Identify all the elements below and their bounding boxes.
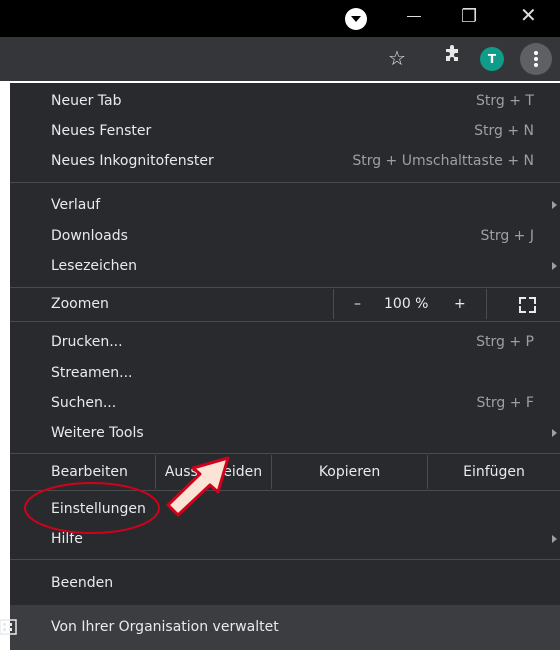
cut-button[interactable]: Ausschneiden — [156, 455, 271, 489]
menu-item-more-tools[interactable]: Weitere Tools — [10, 418, 560, 448]
menu-item-help[interactable]: Hilfe — [10, 524, 560, 554]
menu-item-shortcut: Strg + P — [476, 334, 534, 350]
menu-item-shortcut: Strg + N — [474, 123, 534, 139]
zoom-in-button[interactable]: + — [454, 289, 466, 319]
fullscreen-icon[interactable] — [486, 289, 560, 319]
menu-separator — [10, 182, 560, 183]
menu-item-zoom: Zoomen – 100 % + — [10, 289, 560, 319]
menu-item-label: Zoomen — [51, 296, 109, 312]
zoom-controls: – 100 % + — [333, 289, 560, 319]
building-icon — [0, 619, 17, 635]
menu-item-label: Einstellungen — [51, 501, 146, 517]
menu-item-settings[interactable]: Einstellungen — [10, 494, 560, 524]
menu-separator — [10, 287, 560, 288]
zoom-out-button[interactable]: – — [354, 289, 361, 319]
submenu-arrow-icon — [552, 535, 557, 543]
menu-item-label: Suchen... — [51, 395, 117, 411]
paste-button[interactable]: Einfügen — [428, 455, 560, 489]
copy-button[interactable]: Kopieren — [272, 455, 427, 489]
menu-item-shortcut: Strg + T — [476, 93, 534, 109]
menu-item-label: Neues Fenster — [51, 123, 152, 139]
managed-by-org-footer[interactable]: Von Ihrer Organisation verwaltet — [0, 605, 560, 650]
menu-item-shortcut: Strg + Umschalttaste + N — [352, 153, 534, 169]
menu-item-edit: Bearbeiten Ausschneiden Kopieren Einfüge… — [10, 455, 560, 489]
browser-toolbar: ☆ T — [0, 37, 560, 81]
menu-item-history[interactable]: Verlauf — [10, 190, 560, 220]
puzzle-icon[interactable] — [443, 45, 463, 70]
zoom-level: 100 % — [384, 296, 429, 312]
menu-item-label: Beenden — [51, 575, 114, 591]
three-dots-icon[interactable] — [520, 43, 552, 75]
menu-item-new-window[interactable]: Neues Fenster Strg + N — [10, 116, 560, 146]
submenu-arrow-icon — [552, 429, 557, 437]
menu-separator — [10, 321, 560, 322]
menu-item-new-tab[interactable]: Neuer Tab Strg + T — [10, 86, 560, 116]
submenu-arrow-icon — [552, 262, 557, 270]
menu-separator — [10, 490, 560, 491]
menu-item-label: Streamen... — [51, 365, 133, 381]
menu-separator — [10, 453, 560, 454]
star-icon[interactable]: ☆ — [388, 46, 406, 70]
close-icon[interactable]: ✕ — [520, 2, 537, 28]
managed-by-org-label: Von Ihrer Organisation verwaltet — [51, 619, 279, 635]
menu-item-bookmarks[interactable]: Lesezeichen — [10, 251, 560, 281]
menu-item-downloads[interactable]: Downloads Strg + J — [10, 221, 560, 251]
menu-item-label: Bearbeiten — [51, 464, 128, 480]
avatar[interactable]: T — [480, 47, 504, 71]
menu-item-shortcut: Strg + J — [480, 228, 534, 244]
window-titlebar: ❐ ✕ — [0, 0, 560, 37]
menu-item-find[interactable]: Suchen... Strg + F — [10, 388, 560, 418]
menu-item-print[interactable]: Drucken... Strg + P — [10, 327, 560, 357]
chrome-main-menu: Neuer Tab Strg + T Neues Fenster Strg + … — [0, 83, 560, 650]
menu-separator — [10, 559, 560, 560]
menu-item-label: Weitere Tools — [51, 425, 144, 441]
menu-item-incognito[interactable]: Neues Inkognitofenster Strg + Umschaltta… — [10, 146, 560, 176]
menu-item-label: Lesezeichen — [51, 258, 137, 274]
menu-item-label: Neuer Tab — [51, 93, 122, 109]
menu-item-label: Drucken... — [51, 334, 123, 350]
restore-icon[interactable]: ❐ — [461, 4, 477, 30]
submenu-arrow-icon — [552, 201, 557, 209]
menu-item-label: Neues Inkognitofenster — [51, 153, 214, 169]
profile-dropdown-icon[interactable] — [345, 8, 367, 30]
menu-item-label: Hilfe — [51, 531, 83, 547]
menu-item-cast[interactable]: Streamen... — [10, 358, 560, 388]
menu-item-shortcut: Strg + F — [476, 395, 534, 411]
menu-item-label: Verlauf — [51, 197, 101, 213]
menu-item-label: Downloads — [51, 228, 128, 244]
minimize-icon[interactable] — [407, 16, 421, 17]
menu-item-exit[interactable]: Beenden — [10, 568, 560, 598]
